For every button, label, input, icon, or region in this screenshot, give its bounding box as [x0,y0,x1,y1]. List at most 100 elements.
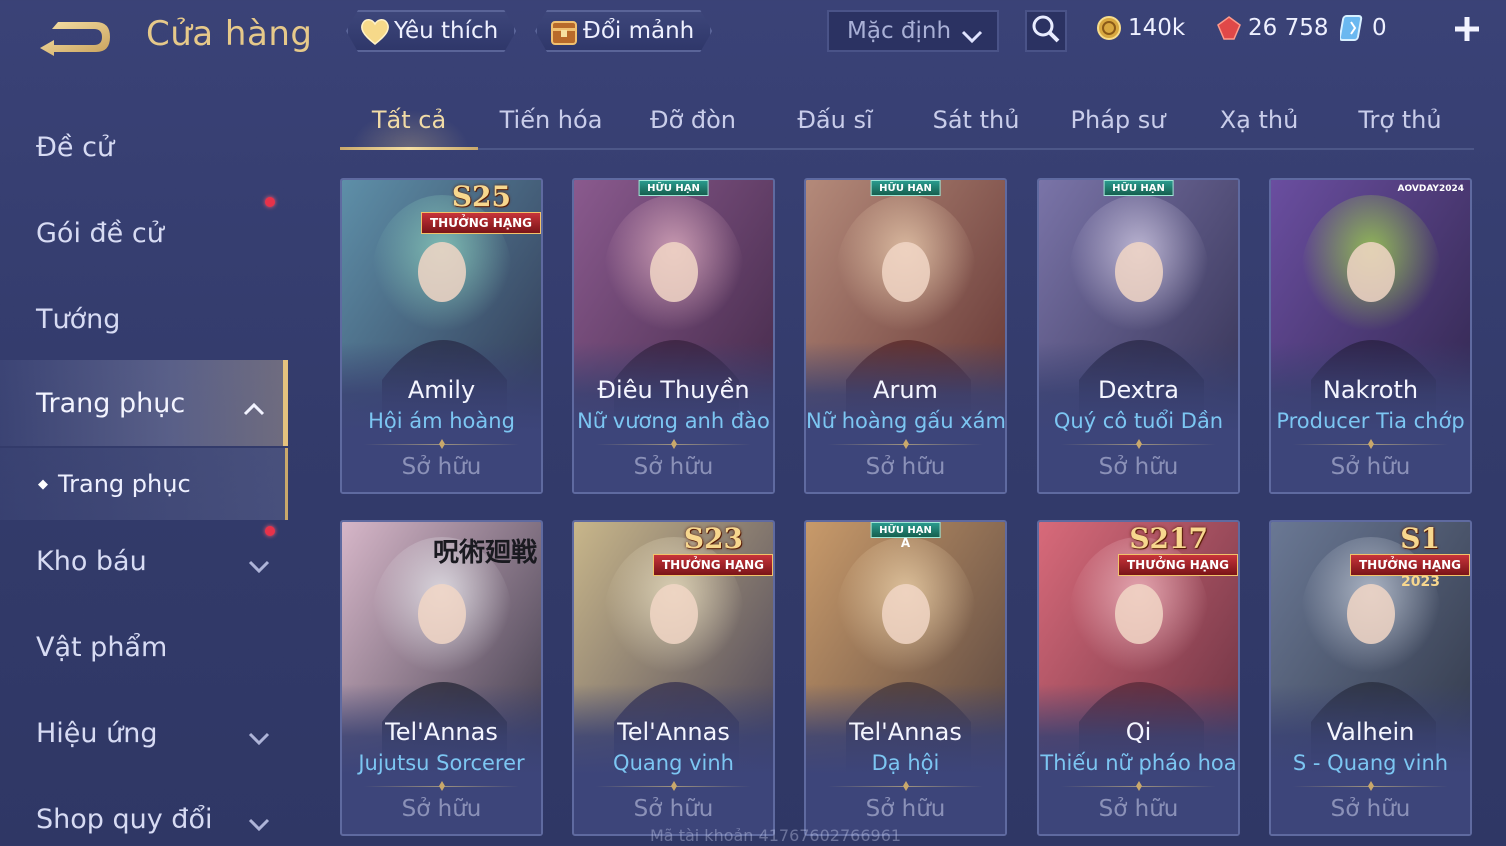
skin-card[interactable]: AOVDAY2024 Nakroth Producer Tia chớp Sở hữu [1269,178,1472,494]
tab-assassin[interactable]: Sát thủ [933,106,1020,134]
hero-name: Nakroth [1322,376,1419,404]
sidebar-item-label: Tướng [36,303,121,335]
tab-fighter[interactable]: Đấu sĩ [797,106,872,134]
rank-reward-badge: THƯỞNG HẠNG [420,212,541,234]
back-arrow-icon[interactable] [36,16,112,58]
owned-status: Sở hữu [633,796,714,822]
sidebar-item-label: Trang phục [36,387,186,419]
limited-badge: HỮU HẠN [638,180,709,196]
season-emblem: S217 [1129,522,1208,555]
quan-huy-balance: 0 [1340,12,1387,44]
sidebar-item-heroes[interactable]: Tướng [0,276,288,362]
owned-status: Sở hữu [1098,796,1179,822]
bullet-icon: ◆ [38,476,48,492]
rank-reward-badge: THƯỞNG HẠNG [652,554,773,576]
sidebar-item-label: Hiệu ứng [36,717,158,749]
skin-name: Dạ hội [871,751,940,775]
skin-grid: S25 THƯỞNG HẠNG Amily Hội ám hoàng Sở hữu HỮU… [340,178,1474,846]
chevron-down-icon [961,24,983,50]
sort-value: Mặc định [847,18,952,44]
sidebar-item-label: Gói đề cử [36,217,164,249]
gold-amount: 140k [1128,15,1186,41]
rank-reward-badge: THƯỞNG HẠNG [1117,554,1238,576]
hero-name: Arum [873,376,938,404]
skin-card[interactable]: HỮU HẠN Dextra Quý cô tuổi Dần Sở hữu [1037,178,1240,494]
limited-badge: HỮU HẠN [1103,180,1174,196]
sidebar-item-label: Shop quy đổi [36,803,213,835]
exchange-shards-button[interactable]: Đổi mảnh [535,10,712,52]
season-emblem: S1 [1400,522,1440,555]
sidebar-item-items[interactable]: Vật phẩm [0,604,288,690]
skin-name: Hội ám hoàng [368,409,515,433]
event-tag: AOVDAY2024 [1397,184,1464,194]
owned-status: Sở hữu [1098,454,1179,480]
hero-name: Dextra [1097,376,1179,404]
voucher-amount: 26 758 [1248,15,1329,41]
tab-tank[interactable]: Đỡ đòn [650,106,736,134]
sidebar-item-label: Đề cử [36,131,115,163]
skin-name: Nữ hoàng gấu xám [806,409,1006,433]
search-button[interactable] [1025,10,1067,52]
page-title: Cửa hàng [146,14,313,54]
collab-logo: 呪術廻戦 [432,538,537,568]
hero-name: Điêu Thuyền [597,376,750,404]
owned-status: Sở hữu [865,454,946,480]
quan-huy-amount: 0 [1372,15,1387,41]
crystal-card-icon [1340,15,1363,41]
owned-status: Sở hữu [401,796,482,822]
exchange-label: Đổi mảnh [583,18,695,44]
owned-status: Sở hữu [401,454,482,480]
add-currency-button[interactable] [1450,12,1484,46]
season-emblem: S23 [683,522,743,555]
sidebar-item-label: Kho báu [36,545,147,577]
notification-dot [265,526,275,536]
tab-evolution[interactable]: Tiến hóa [500,106,603,134]
chevron-down-icon [248,722,270,753]
skin-name: Quang vinh [613,751,734,775]
sort-dropdown[interactable]: Mặc định [827,10,999,52]
sidebar-item-exchange-shop[interactable]: Shop quy đổi [0,776,288,846]
owned-status: Sở hữu [1330,796,1411,822]
hero-name: Tel'Annas [617,718,730,746]
skin-card[interactable]: S1 THƯỞNG HẠNG 2023 Valhein S - Quang vinh Sở… [1269,520,1472,836]
skin-card[interactable]: S25 THƯỞNG HẠNG Amily Hội ám hoàng Sở hữu [340,178,543,494]
hero-name: Qi [1125,718,1152,746]
sidebar-item-skins[interactable]: Trang phục [0,360,288,446]
ruby-icon [1217,16,1241,40]
skin-card[interactable]: HỮU HẠN Arum Nữ hoàng gấu xám Sở hữu [804,178,1007,494]
sidebar-item-featured-bundles[interactable]: Gói đề cử [0,190,288,276]
voucher-balance: 26 758 [1216,12,1328,44]
tab-all[interactable]: Tất cả [372,106,446,134]
skin-name: Quý cô tuổi Dần [1053,409,1224,433]
limited-badge: HỮU HẠN [870,180,941,196]
sidebar-subitem-skins[interactable]: ◆ Trang phục [0,448,288,520]
gold-coin-icon [1097,16,1121,40]
active-tab-indicator [340,147,478,150]
owned-status: Sở hữu [633,454,714,480]
chevron-down-icon [248,808,270,839]
sidebar: Đề cử Gói đề cử Tướng Trang phục ◆ Trang… [0,100,290,846]
sidebar-item-treasure[interactable]: Kho báu [0,518,288,604]
skin-name: Jujutsu Sorcerer [358,751,525,775]
sidebar-item-effects[interactable]: Hiệu ứng [0,690,288,776]
top-bar: Cửa hàng Yêu thích Đổi mảnh Mặc định 140… [0,0,1506,64]
notification-dot [265,197,275,207]
rank-reward-badge: THƯỞNG HẠNG [1349,554,1470,576]
skin-card[interactable]: S23 THƯỞNG HẠNG Tel'Annas Quang vinh Sở hữu [572,520,775,836]
chevron-down-icon [248,550,270,581]
tab-mage[interactable]: Pháp sư [1071,106,1166,134]
favorites-label: Yêu thích [394,18,499,44]
skin-card[interactable]: HỮU HẠN A Tel'Annas Dạ hội Sở hữu [804,520,1007,836]
tab-marksman[interactable]: Xạ thủ [1220,106,1299,134]
skin-card[interactable]: S217 THƯỞNG HẠNG Qi Thiếu nữ pháo hoa Sở hữu [1037,520,1240,836]
skin-card[interactable]: HỮU HẠN Điêu Thuyền Nữ vương anh đào Sở hữu [572,178,775,494]
skin-name: Nữ vương anh đào [577,409,770,433]
hero-name: Tel'Annas [849,718,962,746]
sidebar-item-featured[interactable]: Đề cử [0,104,288,190]
season-year: 2023 [1401,574,1440,590]
search-icon [1031,14,1061,48]
skin-card[interactable]: 呪術廻戦 Tel'Annas Jujutsu Sorcerer Sở hữu [340,520,543,836]
tab-support[interactable]: Trợ thủ [1358,106,1441,134]
favorites-button[interactable]: Yêu thích [346,10,516,52]
gold-balance: 140k [1096,12,1185,44]
